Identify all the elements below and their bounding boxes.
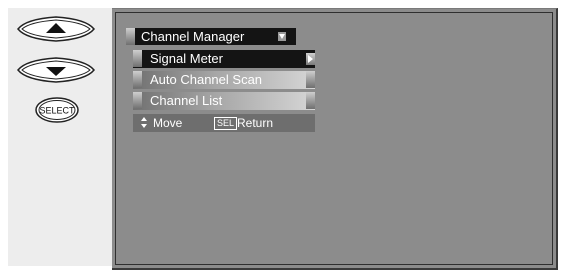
menu-item-signal-meter[interactable]: Signal Meter xyxy=(133,50,315,68)
menu-item-label: Auto Channel Scan xyxy=(150,72,263,87)
down-arrow-icon xyxy=(17,57,95,83)
select-button-label: SELECT xyxy=(39,106,75,116)
menu-title: Channel Manager xyxy=(126,28,296,45)
up-down-arrows-icon xyxy=(141,117,149,129)
item-tab-icon xyxy=(133,92,142,109)
menu-item-label: Channel List xyxy=(150,93,223,108)
submenu-arrow-icon xyxy=(306,53,315,65)
title-tab-icon xyxy=(126,28,135,45)
help-bar: Move SEL Return xyxy=(133,114,315,132)
up-arrow-icon xyxy=(17,16,95,42)
menu-item-channel-list[interactable]: Channel List xyxy=(133,92,315,110)
sel-key-icon: SEL xyxy=(214,117,238,130)
dropdown-arrow-icon xyxy=(278,32,286,41)
move-label: Move xyxy=(153,116,183,130)
menu-item-label: Signal Meter xyxy=(150,51,223,66)
remote-panel xyxy=(8,8,112,266)
item-tab-icon xyxy=(306,92,315,109)
item-tab-icon xyxy=(133,71,142,88)
menu-title-text: Channel Manager xyxy=(141,29,245,44)
select-button[interactable]: SELECT xyxy=(34,96,80,124)
item-tab-icon xyxy=(306,71,315,88)
up-button[interactable] xyxy=(16,14,96,44)
return-label: Return xyxy=(237,116,274,130)
tv-screen: Channel Manager Signal Meter Auto Channe… xyxy=(112,8,558,270)
down-button[interactable] xyxy=(16,55,96,85)
item-tab-icon xyxy=(133,50,142,67)
menu-item-auto-channel-scan[interactable]: Auto Channel Scan xyxy=(133,71,315,89)
